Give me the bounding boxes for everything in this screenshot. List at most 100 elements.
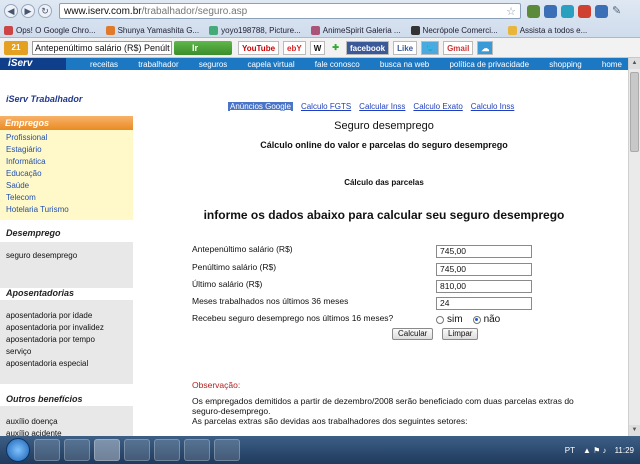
field-label-meses: Meses trabalhados nos últimos 36 meses: [192, 296, 349, 306]
nav-trabalhador[interactable]: trabalhador: [138, 60, 178, 69]
scroll-thumb[interactable]: [630, 72, 639, 152]
reload-icon[interactable]: ↻: [38, 4, 52, 18]
tray-icons[interactable]: ▲ ⚑ ♪: [583, 446, 607, 455]
youtube-icon[interactable]: YouTube: [238, 40, 280, 55]
extension-icon[interactable]: [544, 4, 557, 18]
favicon-icon: [507, 25, 517, 35]
sidebar-item-profissional[interactable]: Profissional: [0, 132, 133, 144]
nav-shopping[interactable]: shopping: [549, 60, 581, 69]
system-tray: PT ▲ ⚑ ♪ 11:29: [557, 446, 640, 455]
extension-icons: ✎: [527, 4, 625, 18]
sidebar-item-seguro-desemprego[interactable]: seguro desemprego: [0, 250, 133, 262]
link-calculo-exato[interactable]: Calculo Exato: [413, 102, 462, 111]
main-content: Anúncios Google Calculo FGTS Calcular In…: [140, 70, 628, 436]
nav-busca-na-web[interactable]: busca na web: [380, 60, 429, 69]
sidebar-item-auxilio-doenca[interactable]: auxílio doença: [0, 416, 133, 428]
sidebar-item-estagiario[interactable]: Estagiário: [0, 144, 133, 156]
ultimo-salario-input[interactable]: 810,00: [436, 280, 532, 293]
link-calculo-inss[interactable]: Calculo Inss: [471, 102, 515, 111]
sidebar-item-telecom[interactable]: Telecom: [0, 192, 133, 204]
start-button[interactable]: [6, 438, 30, 462]
nav-seguros[interactable]: seguros: [199, 60, 227, 69]
limpar-button[interactable]: Limpar: [442, 328, 479, 340]
facebook-icon[interactable]: facebook: [345, 40, 390, 55]
nav-fale-conosco[interactable]: fale conosco: [315, 60, 360, 69]
sidebar-item-saude[interactable]: Saúde: [0, 180, 133, 192]
gmail-icon[interactable]: Gmail: [443, 40, 474, 55]
bookmark-item[interactable]: Assista a todos e...: [507, 25, 587, 35]
ebay-icon[interactable]: ebY: [283, 40, 306, 55]
toolbar-search-input[interactable]: Antepenúltimo salário (R$) Penúlt: [32, 40, 172, 55]
field-label-antepenultimo: Antepenúltimo salário (R$): [192, 244, 293, 254]
site-nav: receitas trabalhador seguros capela virt…: [66, 60, 628, 69]
link-calculo-fgts[interactable]: Calculo FGTS: [301, 102, 351, 111]
scroll-down-icon[interactable]: ▼: [629, 425, 640, 436]
taskbar: PT ▲ ⚑ ♪ 11:29: [0, 436, 640, 464]
extension-icon[interactable]: [527, 4, 540, 18]
bookmark-item[interactable]: yoyo198788, Picture...: [209, 25, 301, 35]
sidebar-item-aposentadoria-especial[interactable]: aposentadoria especial: [0, 358, 133, 370]
address-bar[interactable]: www.iserv.com.br/trabalhador/seguro.asp …: [59, 3, 521, 19]
bookmark-item[interactable]: AnimeSpirit Galeria ...: [310, 25, 401, 35]
taskbar-app[interactable]: [214, 439, 240, 461]
field-label-ultimo: Último salário (R$): [192, 279, 263, 289]
sidebar-item-aposentadoria-invalidez[interactable]: aposentadoria por invalidez: [0, 322, 133, 334]
page-scrollbar[interactable]: ▲ ▼: [628, 58, 640, 436]
wikipedia-icon[interactable]: W: [309, 40, 326, 55]
add-icon[interactable]: ✚: [329, 41, 342, 55]
bookmark-item[interactable]: Ops! O Google Chro...: [4, 25, 96, 35]
language-indicator[interactable]: PT: [565, 446, 575, 455]
forward-icon[interactable]: ▶: [21, 4, 35, 18]
taskbar-app[interactable]: [154, 439, 180, 461]
sidebar-item-servico[interactable]: serviço: [0, 346, 133, 358]
radio-nao[interactable]: [472, 315, 481, 324]
toolbar-logo-icon[interactable]: 21: [4, 40, 28, 55]
taskbar-app-chrome[interactable]: [94, 439, 120, 461]
antepenultimo-salario-input[interactable]: 745,00: [436, 245, 532, 258]
link-calcular-inss[interactable]: Calcular Inss: [359, 102, 405, 111]
like-icon[interactable]: Like: [393, 40, 418, 55]
sidebar-item-auxilio-acidente[interactable]: auxílio acidente: [0, 428, 133, 436]
bookmark-item[interactable]: Necrópole Comerci...: [410, 25, 498, 35]
back-icon[interactable]: ◀: [4, 4, 18, 18]
sidebar-section-outros: Outros benefícios: [6, 394, 83, 404]
sidebar-item-aposentadoria-tempo[interactable]: aposentadoria por tempo: [0, 334, 133, 346]
obs-text: Os empregados demitidos a partir de deze…: [192, 396, 602, 426]
extension-icon[interactable]: [561, 4, 574, 18]
extension-icon[interactable]: [578, 4, 591, 18]
question-label: Recebeu seguro desemprego nos últimos 16…: [192, 313, 394, 323]
extension-icon[interactable]: [595, 4, 608, 18]
url-path: /trabalhador/seguro.asp: [141, 5, 248, 17]
scroll-up-icon[interactable]: ▲: [629, 58, 640, 69]
nav-receitas[interactable]: receitas: [90, 60, 118, 69]
sidebar-item-hotelaria[interactable]: Hotelaria Turismo: [0, 204, 133, 216]
taskbar-app[interactable]: [124, 439, 150, 461]
nav-politica-privacidade[interactable]: política de privacidade: [449, 60, 529, 69]
taskbar-app-explorer[interactable]: [34, 439, 60, 461]
penultimo-salario-input[interactable]: 745,00: [436, 263, 532, 276]
wrench-icon[interactable]: ✎: [612, 5, 625, 18]
taskbar-app[interactable]: [184, 439, 210, 461]
tab-anuncios-google[interactable]: Anúncios Google: [228, 102, 293, 111]
site-logo[interactable]: iServ: [0, 58, 66, 70]
clock[interactable]: 11:29: [615, 446, 634, 455]
taskbar-app-media[interactable]: [64, 439, 90, 461]
sidebar-section-aposentadorias: Aposentadorias: [6, 288, 75, 298]
calcular-button[interactable]: Calcular: [392, 328, 434, 340]
radio-sim[interactable]: [436, 315, 444, 324]
bookmark-item[interactable]: Shunya Yamashita G...: [105, 25, 199, 35]
nav-home[interactable]: home: [602, 60, 622, 69]
twitter-icon[interactable]: 🐦: [421, 40, 440, 55]
sidebar-item-aposentadoria-idade[interactable]: aposentadoria por idade: [0, 310, 133, 322]
sidebar-section-empregos: Empregos: [0, 116, 133, 130]
sidebar-item-educacao[interactable]: Educação: [0, 168, 133, 180]
sidebar-title: iServ Trabalhador: [6, 94, 83, 104]
browser-chrome: ◀ ▶ ↻ www.iserv.com.br/trabalhador/segur…: [0, 0, 640, 38]
toolbar-go-button[interactable]: Ir: [174, 40, 232, 55]
weather-icon[interactable]: ☁: [477, 40, 494, 55]
nav-capela-virtual[interactable]: capela virtual: [247, 60, 294, 69]
bookmark-star-icon[interactable]: ☆: [506, 5, 516, 18]
calc-heading: Cálculo das parcelas: [344, 178, 424, 187]
meses-trabalhados-input[interactable]: 24: [436, 297, 532, 310]
sidebar-item-informatica[interactable]: Informática: [0, 156, 133, 168]
